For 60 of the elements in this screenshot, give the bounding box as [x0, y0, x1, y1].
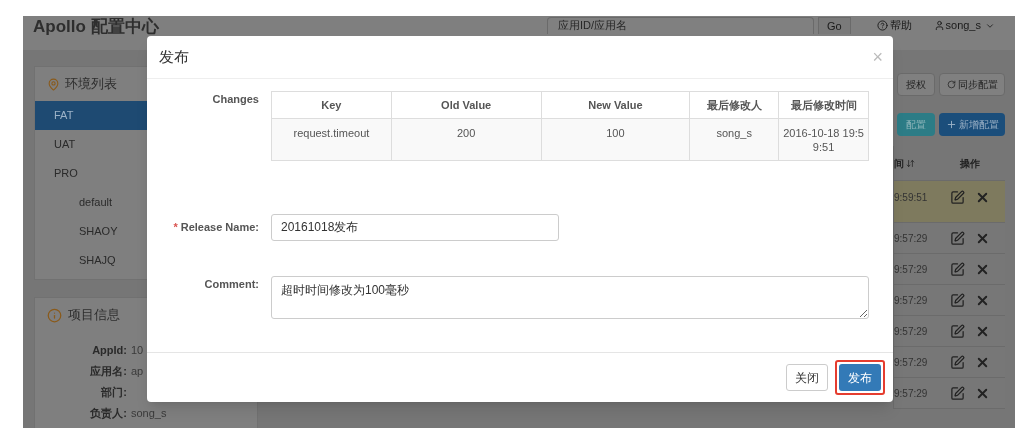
panel-title: 项目信息: [68, 306, 120, 325]
column-header: 最后修改时间: [778, 91, 869, 119]
help-link[interactable]: 帮助: [876, 19, 912, 32]
info-label: 负责人:: [89, 406, 128, 422]
info-label: AppId:: [91, 343, 128, 359]
search-field[interactable]: 应用ID/应用名: [546, 17, 814, 34]
user-menu[interactable]: song_s: [933, 19, 995, 32]
table-cell: 100: [541, 118, 690, 161]
table-cell-text: 9:57:29: [894, 262, 929, 277]
edit-icon[interactable]: [950, 230, 965, 246]
comment-field[interactable]: 超时时间修改为100毫秒: [271, 276, 869, 319]
table-cell: request.timeout: [271, 118, 392, 161]
go-button[interactable]: Go: [818, 17, 851, 34]
column-header[interactable]: 间: [894, 155, 935, 171]
edit-icon[interactable]: [950, 292, 965, 308]
help-icon: [876, 20, 888, 31]
field-label: Comment:: [203, 277, 259, 292]
plus-icon: [945, 119, 957, 130]
edit-icon[interactable]: [950, 354, 965, 370]
edit-icon[interactable]: [950, 190, 965, 205]
table-cell-text: 9:57:29: [894, 324, 929, 339]
refresh-icon: [946, 80, 956, 89]
info-label: 部门:: [100, 385, 128, 401]
sort-icon: [906, 158, 915, 168]
column-header: 最后修改人: [689, 91, 779, 119]
column-header: Key: [271, 91, 392, 119]
table-cell-text: 9:57:29: [894, 231, 929, 246]
toolbar-button[interactable]: 新增配置: [939, 113, 1005, 136]
info-icon: [47, 307, 62, 323]
column-header: 操作: [959, 156, 981, 171]
table-cell-text: 9:57:29: [894, 355, 929, 370]
info-value: ap: [131, 364, 144, 380]
location-pin-icon: [47, 77, 60, 91]
info-value: 10: [131, 343, 144, 359]
edit-icon[interactable]: [950, 261, 965, 277]
toolbar-button[interactable]: 同步配置: [939, 73, 1005, 96]
table-cell: song_s: [689, 118, 779, 161]
close-dialog-button[interactable]: 关闭: [786, 364, 828, 391]
column-header: New Value: [541, 91, 690, 119]
edit-icon[interactable]: [950, 385, 965, 401]
toolbar-button[interactable]: 配置: [897, 113, 935, 136]
delete-icon[interactable]: [975, 190, 990, 205]
user-icon: [933, 20, 945, 31]
app-title: Apollo 配置中心: [33, 17, 160, 36]
panel-title: 环境列表: [65, 75, 117, 94]
info-value: song_s: [131, 406, 167, 422]
info-label: 应用名:: [89, 364, 128, 380]
table-cell-text: 9:59:51: [894, 191, 929, 205]
field-label: * Release Name:: [172, 220, 259, 236]
dialog-title: 发布: [159, 46, 189, 67]
column-header: Old Value: [391, 91, 542, 119]
table-cell-text: 9:57:29: [894, 386, 929, 401]
table-cell: 2016-10-18 19:59:51: [778, 118, 869, 161]
release-name-field[interactable]: 20161018发布: [271, 214, 559, 241]
publish-button[interactable]: 发布: [839, 364, 881, 391]
required-mark: *: [173, 221, 178, 234]
edit-icon[interactable]: [950, 323, 965, 339]
table-cell-text: 9:57:29: [894, 293, 929, 308]
table-cell: 200: [391, 118, 542, 161]
toolbar-button[interactable]: 授权: [897, 73, 935, 96]
